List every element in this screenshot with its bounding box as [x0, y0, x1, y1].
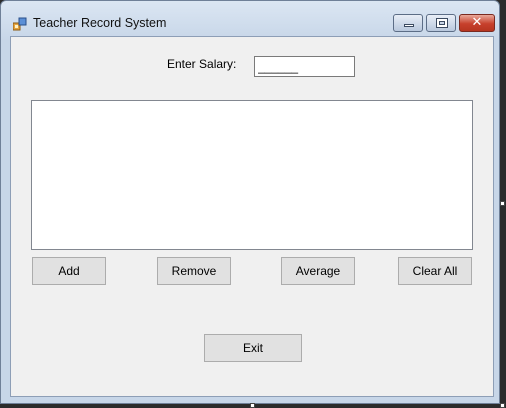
add-button[interactable]: Add	[32, 257, 106, 285]
exit-button[interactable]: Exit	[204, 334, 302, 362]
app-window: Teacher Record System ✕ Enter Salary: Ad…	[0, 0, 500, 404]
remove-button[interactable]: Remove	[157, 257, 231, 285]
resize-handle-bottom[interactable]	[250, 403, 255, 408]
salary-input[interactable]	[254, 56, 355, 77]
restore-icon	[436, 18, 448, 28]
salary-label: Enter Salary:	[167, 57, 237, 71]
maximize-button[interactable]	[426, 14, 456, 32]
form-client-area: Enter Salary: Add Remove Average Clear A…	[10, 36, 494, 397]
app-icon	[13, 17, 27, 31]
average-button[interactable]: Average	[281, 257, 355, 285]
close-icon: ✕	[471, 15, 483, 30]
minimize-icon	[404, 24, 414, 27]
salary-listbox[interactable]	[31, 100, 473, 250]
close-button[interactable]: ✕	[459, 14, 495, 32]
clear-all-button[interactable]: Clear All	[398, 257, 472, 285]
resize-handle-corner[interactable]	[500, 403, 505, 408]
resize-handle-right[interactable]	[500, 201, 505, 206]
minimize-button[interactable]	[393, 14, 423, 32]
title-bar[interactable]: Teacher Record System ✕	[1, 1, 499, 35]
window-title: Teacher Record System	[33, 16, 167, 30]
